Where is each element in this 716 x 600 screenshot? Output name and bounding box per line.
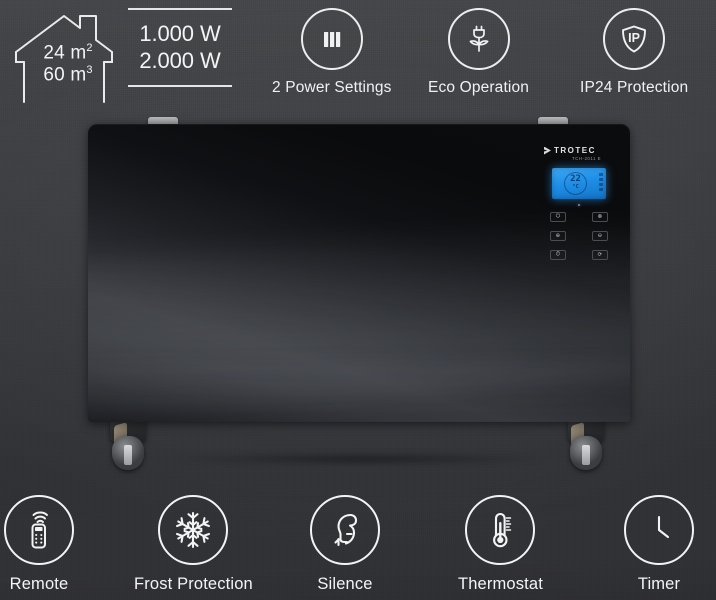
- feature-ring: IP: [603, 8, 666, 70]
- bottom-feature-bar: Remote Frost Protection Silence Thermost…: [0, 478, 716, 600]
- trotec-mark-icon: [544, 146, 551, 155]
- feature-label: Eco Operation: [428, 79, 530, 96]
- wattage-rule-top: [128, 8, 232, 10]
- lcd-indicator-1: [599, 173, 603, 176]
- wattage-high: 2.000 W: [139, 47, 221, 73]
- lcd-temperature-value: 22: [570, 174, 581, 184]
- glass-panel-heater: TROTEC TCH-2011 E 22 °C ⏻ ☸ ⊕ ⊖ ⏱ ⟳: [88, 117, 630, 422]
- caster-wheel: [112, 436, 144, 470]
- top-feature-bar: 24 m2 60 m3 1.000 W 2.000 W 2 Power Sett…: [0, 0, 716, 114]
- mode-key[interactable]: ☸: [592, 212, 608, 222]
- clock-icon: [639, 510, 679, 550]
- feature-label: Remote: [9, 575, 69, 593]
- status-led: [578, 204, 580, 206]
- lcd-indicator-2: [599, 178, 603, 181]
- remote-control-icon: [19, 509, 59, 551]
- caster-wheel: [570, 436, 602, 470]
- lcd-temperature-unit: °C: [572, 184, 579, 190]
- lcd-indicator-3: [599, 183, 603, 186]
- feature-remote: Remote: [4, 495, 74, 594]
- feature-power-settings: 2 Power Settings: [272, 8, 392, 97]
- power-key[interactable]: ⏻: [550, 212, 566, 222]
- feature-thermostat: Thermostat: [458, 495, 543, 594]
- minus-key[interactable]: ⊖: [592, 231, 608, 241]
- plus-key[interactable]: ⊕: [550, 231, 566, 241]
- thermometer-icon: [480, 509, 520, 551]
- room-size-values: 24 m2 60 m3: [26, 42, 110, 85]
- feature-ring: [300, 8, 363, 70]
- room-size-spec: 24 m2 60 m3: [6, 6, 122, 106]
- model-number: TCH-2011 E: [572, 156, 602, 161]
- feature-eco-operation: Eco Operation: [428, 8, 529, 97]
- product-banner: 24 m2 60 m3 1.000 W 2.000 W 2 Power Sett…: [0, 0, 716, 600]
- feature-label: 2 Power Settings: [272, 79, 392, 96]
- feature-ip24-protection: IP IP24 Protection: [580, 8, 688, 97]
- shield-ip-text: IP: [628, 31, 640, 45]
- power-bars-icon: [323, 32, 340, 47]
- feature-label: Silence: [317, 575, 373, 593]
- feature-ring: [447, 8, 510, 70]
- caster-slot: [582, 445, 590, 465]
- feature-label: Frost Protection: [134, 575, 253, 593]
- quiet-face-icon: [325, 509, 365, 551]
- feature-timer: Timer: [624, 495, 694, 594]
- room-area: 24 m2: [43, 42, 93, 64]
- feature-ring: [624, 495, 694, 565]
- feature-label: Timer: [637, 575, 681, 593]
- timer-key[interactable]: ⏱: [550, 250, 566, 260]
- feature-frost-protection: Frost Protection: [134, 495, 253, 594]
- lcd-indicator-4: [599, 188, 603, 191]
- caster-slot: [124, 445, 132, 465]
- wattage-rule-bottom: [128, 84, 232, 87]
- feature-ring: [4, 495, 74, 565]
- glass-front-panel: TROTEC TCH-2011 E 22 °C ⏻ ☸ ⊕ ⊖ ⏱ ⟳: [88, 124, 630, 422]
- feature-ring: [465, 495, 536, 565]
- feature-ring: [158, 495, 229, 565]
- wattage-spec: 1.000 W 2.000 W: [128, 8, 232, 102]
- control-panel: TROTEC TCH-2011 E 22 °C ⏻ ☸ ⊕ ⊖ ⏱ ⟳: [538, 146, 620, 286]
- shield-ip-icon: IP: [617, 22, 651, 56]
- feature-silence: Silence: [310, 495, 380, 594]
- feature-ring: [310, 495, 380, 565]
- swing-key[interactable]: ⟳: [592, 250, 608, 260]
- eco-plug-plant-icon: [461, 21, 497, 57]
- snowflake-icon: [172, 509, 214, 551]
- brand-name: TROTEC: [554, 146, 596, 155]
- brand-logo: TROTEC: [544, 146, 614, 155]
- feature-label: Thermostat: [458, 575, 543, 593]
- wattage-low: 1.000 W: [139, 21, 221, 46]
- glass-reflection-lower: [88, 362, 630, 422]
- feature-label: IP24 Protection: [580, 79, 689, 96]
- room-volume: 60 m3: [43, 63, 93, 85]
- touch-key-grid: ⏻ ☸ ⊕ ⊖ ⏱ ⟳: [546, 212, 612, 260]
- floor-shadow: [96, 452, 624, 466]
- lcd-display[interactable]: 22 °C: [552, 168, 606, 199]
